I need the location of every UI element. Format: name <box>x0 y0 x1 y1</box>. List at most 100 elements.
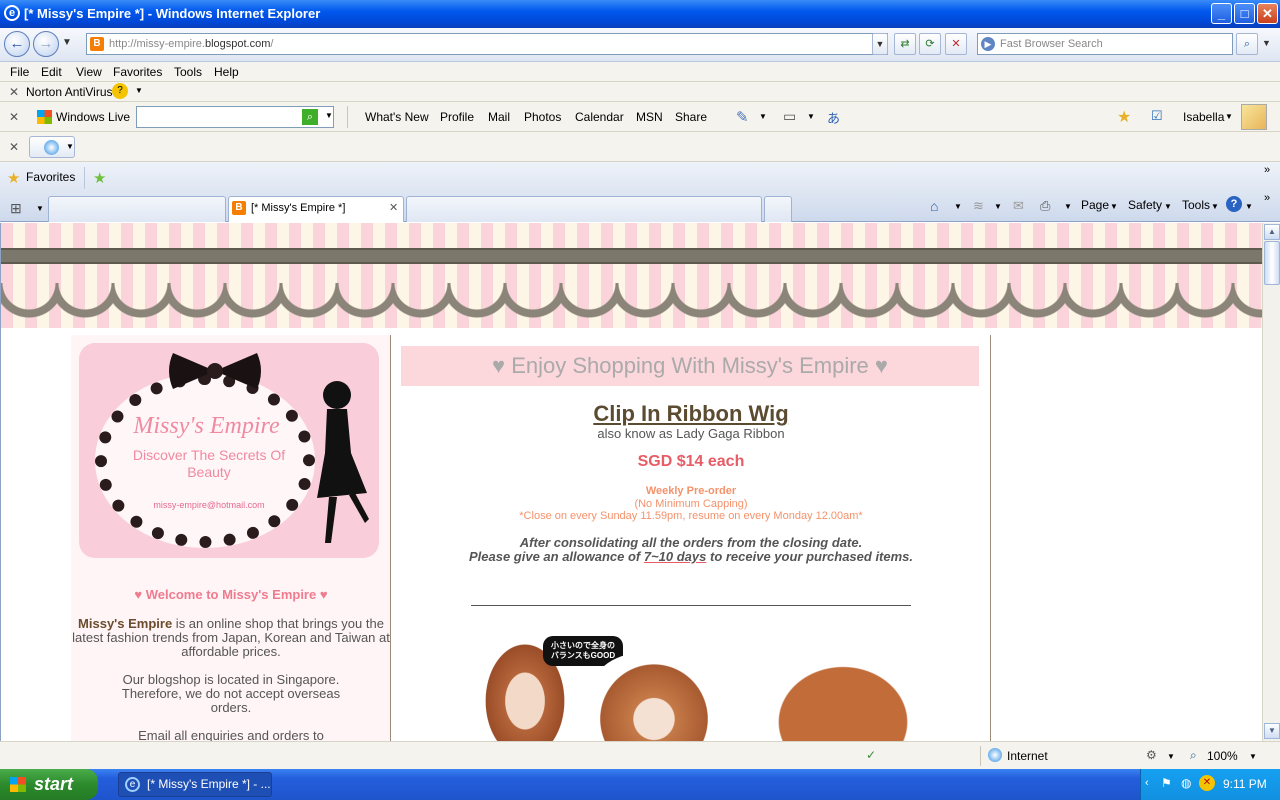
spaces-dropdown-icon[interactable]: ▼ <box>759 112 767 121</box>
norton-close-icon[interactable]: ✕ <box>9 85 19 99</box>
menu-tools[interactable]: Tools <box>174 65 202 79</box>
user-dropdown-icon[interactable]: ▼ <box>1225 112 1233 121</box>
window-icon[interactable]: ▭ <box>783 108 796 125</box>
user-name[interactable]: Isabella <box>1183 110 1224 124</box>
extra-toolbar-button[interactable]: ▼ <box>29 136 75 158</box>
norton-shield-icon[interactable]: ? <box>112 83 128 99</box>
live-link-share[interactable]: Share <box>675 110 707 124</box>
search-options-icon[interactable]: ▼ <box>1262 38 1271 48</box>
live-link-whats-new[interactable]: What's New <box>365 110 429 124</box>
window-dropdown-icon[interactable]: ▼ <box>807 112 815 121</box>
live-link-photos[interactable]: Photos <box>524 110 561 124</box>
norton-tray-icon[interactable]: ✕ <box>1199 775 1215 791</box>
tab-blank-2[interactable] <box>406 196 762 222</box>
globe-tray-icon[interactable]: ◍ <box>1181 776 1191 790</box>
live-search-go-icon[interactable]: ⌕ <box>302 109 318 125</box>
tab-title: [* Missy's Empire *] <box>251 202 346 214</box>
zoom-dropdown-icon[interactable]: ▼ <box>1249 752 1257 761</box>
help-icon[interactable]: ? <box>1226 196 1242 212</box>
tray-expand-icon[interactable]: ‹ <box>1145 777 1149 789</box>
norton-dropdown-icon[interactable]: ▼ <box>135 86 143 95</box>
menu-view[interactable]: View <box>76 65 102 79</box>
system-tray: ‹ ⚑ ◍ ✕ 9:11 PM <box>1140 769 1280 800</box>
feeds-dropdown-icon[interactable]: ▼ <box>994 202 1002 211</box>
close-button[interactable]: ✕ <box>1257 3 1278 24</box>
start-button[interactable]: start <box>0 769 98 800</box>
address-dropdown-button[interactable]: ▼ <box>872 33 888 55</box>
live-link-msn[interactable]: MSN <box>636 110 663 124</box>
scroll-down-icon[interactable]: ▼ <box>1264 723 1280 739</box>
tab-list-dropdown-icon[interactable]: ▼ <box>36 204 44 213</box>
favorites-star-icon[interactable]: ★ <box>1117 107 1131 127</box>
tab-close-icon[interactable]: ✕ <box>389 197 398 219</box>
norton-label[interactable]: Norton AntiVirus <box>26 85 113 99</box>
history-dropdown-icon[interactable]: ▼ <box>62 37 72 48</box>
live-link-calendar[interactable]: Calendar <box>575 110 624 124</box>
windows-live-brand[interactable]: Windows Live <box>56 110 130 124</box>
live-close-icon[interactable]: ✕ <box>9 110 19 124</box>
windows-flag-icon <box>37 110 52 124</box>
avatar[interactable] <box>1241 104 1267 130</box>
protected-dropdown-icon[interactable]: ▼ <box>1167 752 1175 761</box>
zoom-level[interactable]: 100% <box>1207 749 1238 763</box>
menu-file[interactable]: File <box>10 65 29 79</box>
command-overflow-icon[interactable]: » <box>1264 192 1270 204</box>
help-dropdown-icon[interactable]: ▼ <box>1245 202 1253 211</box>
shop-logo[interactable]: Missy's Empire Discover The Secrets Of B… <box>79 343 379 558</box>
search-button[interactable]: ⌕ <box>1236 33 1258 55</box>
quick-tabs-icon[interactable]: ⊞ <box>10 200 22 217</box>
extra-close-icon[interactable]: ✕ <box>9 140 19 154</box>
add-favorite-icon[interactable]: ★ <box>93 169 106 187</box>
maximize-button[interactable]: □ <box>1234 3 1255 24</box>
read-mail-icon[interactable]: ✉ <box>1013 198 1024 214</box>
protected-mode-icon[interactable]: ⚙ <box>1146 748 1157 762</box>
home-dropdown-icon[interactable]: ▼ <box>954 202 962 211</box>
product-title[interactable]: Clip In Ribbon Wig <box>391 401 991 427</box>
awning-scallop <box>1 283 1262 323</box>
feeds-icon[interactable]: ≋ <box>973 198 984 214</box>
ie-icon: e <box>4 5 20 21</box>
new-tab-button[interactable] <box>764 196 792 222</box>
allowance-days: 7~10 days <box>643 549 707 564</box>
compatibility-icon[interactable]: ⇄ <box>894 33 916 55</box>
refresh-button[interactable]: ⟳ <box>919 33 941 55</box>
sidebar: Missy's Empire Discover The Secrets Of B… <box>71 335 391 741</box>
menu-favorites[interactable]: Favorites <box>113 65 162 79</box>
menu-edit[interactable]: Edit <box>41 65 62 79</box>
back-button[interactable]: ← <box>4 31 30 57</box>
network-tray-icon[interactable]: ⚑ <box>1161 776 1172 790</box>
favorites-overflow-icon[interactable]: » <box>1264 164 1270 176</box>
menu-help[interactable]: Help <box>214 65 239 79</box>
print-dropdown-icon[interactable]: ▼ <box>1064 202 1072 211</box>
clock[interactable]: 9:11 PM <box>1223 777 1267 791</box>
checkmark-icon[interactable]: ☑ <box>1151 108 1163 124</box>
live-search-input[interactable]: ⌕ ▼ <box>136 106 334 128</box>
product-aka: also know as Lady Gaga Ribbon <box>597 426 785 441</box>
page-menu[interactable]: Page <box>1081 198 1109 212</box>
scroll-up-icon[interactable]: ▲ <box>1264 224 1280 240</box>
safety-menu[interactable]: Safety <box>1128 198 1162 212</box>
address-input[interactable]: B http://missy-empire.blogspot.com/ <box>86 33 888 55</box>
tab-missys-empire[interactable]: B [* Missy's Empire *] ✕ <box>228 196 404 222</box>
zoom-icon[interactable]: ⌕ <box>1190 748 1197 763</box>
tools-menu[interactable]: Tools <box>1182 198 1210 212</box>
live-search-dropdown-icon[interactable]: ▼ <box>325 111 333 120</box>
taskbar: start e [* Missy's Empire *] - ... ‹ ⚑ ◍… <box>0 769 1280 800</box>
print-icon[interactable]: ⎙ <box>1040 198 1050 214</box>
translate-icon[interactable]: あ <box>827 108 840 127</box>
spaces-icon[interactable]: ✎ <box>736 108 749 126</box>
search-input[interactable]: ▶ Fast Browser Search <box>977 33 1233 55</box>
tab-blank-1[interactable] <box>48 196 226 222</box>
live-link-mail[interactable]: Mail <box>488 110 510 124</box>
taskbar-item-ie[interactable]: e [* Missy's Empire *] - ... <box>118 772 272 797</box>
forward-button[interactable]: → <box>33 31 59 57</box>
stop-button[interactable]: ✕ <box>945 33 967 55</box>
scroll-thumb[interactable] <box>1264 241 1280 285</box>
live-link-profile[interactable]: Profile <box>440 110 474 124</box>
favorites-label[interactable]: Favorites <box>26 170 75 184</box>
security-zone-label[interactable]: Internet <box>1007 749 1048 763</box>
minimize-button[interactable]: _ <box>1211 3 1232 24</box>
vertical-scrollbar[interactable]: ▲ ▼ <box>1262 223 1280 741</box>
home-icon[interactable]: ⌂ <box>930 198 938 214</box>
favorites-center-icon[interactable]: ★ <box>7 169 20 187</box>
